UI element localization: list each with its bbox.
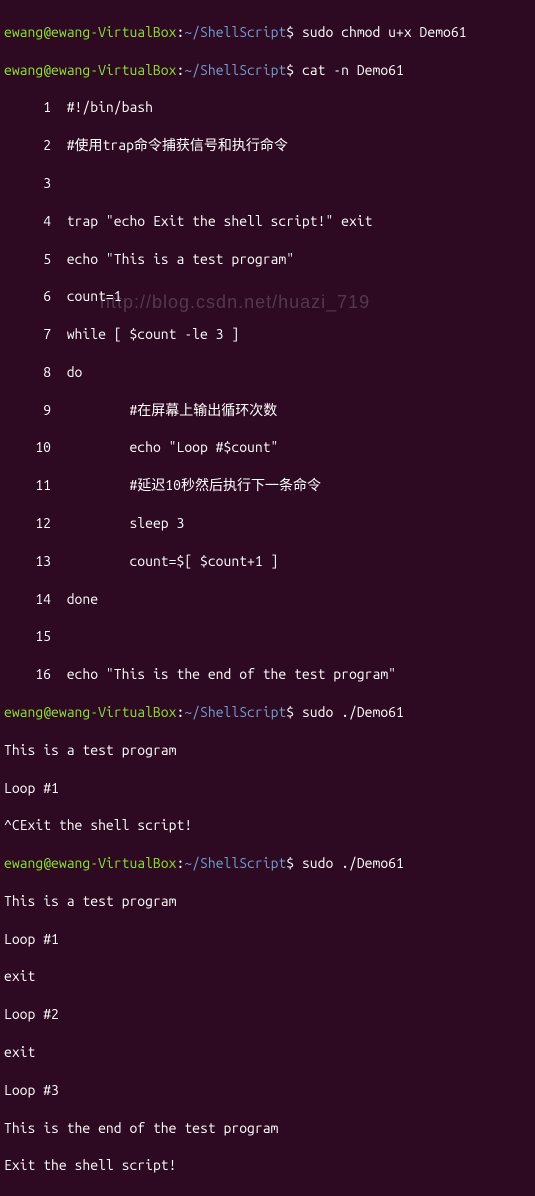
code-text: while [ $count -le 3 ] xyxy=(67,326,239,342)
line-number: 16 xyxy=(4,665,51,684)
line-number: 13 xyxy=(4,552,51,571)
script-line: 3 xyxy=(4,174,531,193)
prompt-path: ~/ShellScript xyxy=(184,704,286,720)
script-line: 16 echo "This is the end of the test pro… xyxy=(4,665,531,684)
line-number: 10 xyxy=(4,438,51,457)
code-text: do xyxy=(67,364,83,380)
code-text: sleep 3 xyxy=(67,515,185,531)
script-line: 15 xyxy=(4,627,531,646)
code-text: #!/bin/bash xyxy=(67,99,153,115)
prompt-userhost: ewang@ewang-VirtualBox xyxy=(4,855,176,871)
prompt-sep: $ xyxy=(286,62,294,78)
prompt-path: ~/ShellScript xyxy=(184,1195,286,1196)
code-text: count=$[ $count+1 ] xyxy=(67,553,279,569)
line-number: 14 xyxy=(4,590,51,609)
script-line: 8 do xyxy=(4,363,531,382)
output-line: This is a test program xyxy=(4,892,531,911)
code-text: #在屏幕上输出循环次数 xyxy=(67,402,278,418)
output-line: This is the end of the test program xyxy=(4,1119,531,1138)
script-line: 5 echo "This is a test program" xyxy=(4,250,531,269)
output-line: exit xyxy=(4,1043,531,1062)
command-line: ewang@ewang-VirtualBox:~/ShellScript$ ca… xyxy=(4,61,531,80)
prompt-userhost: ewang@ewang-VirtualBox xyxy=(4,1195,176,1196)
command-line: ewang@ewang-VirtualBox:~/ShellScript$ su… xyxy=(4,703,531,722)
script-line: 4 trap "echo Exit the shell script!" exi… xyxy=(4,212,531,231)
prompt-sep: $ xyxy=(286,24,294,40)
prompt-userhost: ewang@ewang-VirtualBox xyxy=(4,24,176,40)
line-number: 1 xyxy=(4,98,51,117)
prompt-colon: : xyxy=(176,1195,184,1196)
command-line: ewang@ewang-VirtualBox:~/ShellScript$ ex… xyxy=(4,1194,531,1196)
code-text: #使用trap命令捕获信号和执行命令 xyxy=(67,137,288,153)
line-number: 4 xyxy=(4,212,51,231)
line-number: 15 xyxy=(4,627,51,646)
script-line: 10 echo "Loop #$count" xyxy=(4,438,531,457)
prompt-sep: $ xyxy=(286,1195,294,1196)
line-number: 6 xyxy=(4,287,51,306)
code-text: #延迟10秒然后执行下一条命令 xyxy=(67,477,321,493)
script-line: 7 while [ $count -le 3 ] xyxy=(4,325,531,344)
code-text: done xyxy=(67,591,98,607)
code-text: echo "This is a test program" xyxy=(67,251,294,267)
script-line: 9 #在屏幕上输出循环次数 xyxy=(4,401,531,420)
script-line: 6 count=1 xyxy=(4,287,531,306)
prompt-path: ~/ShellScript xyxy=(184,855,286,871)
script-line: 11 #延迟10秒然后执行下一条命令 xyxy=(4,476,531,495)
command-line: ewang@ewang-VirtualBox:~/ShellScript$ su… xyxy=(4,854,531,873)
prompt-colon: : xyxy=(176,704,184,720)
command-text: cat -n Demo61 xyxy=(302,62,404,78)
output-line: Exit the shell script! xyxy=(4,1156,531,1175)
line-number: 7 xyxy=(4,325,51,344)
output-line: This is a test program xyxy=(4,741,531,760)
terminal-output[interactable]: ewang@ewang-VirtualBox:~/ShellScript$ su… xyxy=(4,4,531,1196)
line-number: 3 xyxy=(4,174,51,193)
command-text: sudo ./Demo61 xyxy=(302,855,404,871)
line-number: 8 xyxy=(4,363,51,382)
line-number: 12 xyxy=(4,514,51,533)
prompt-path: ~/ShellScript xyxy=(184,62,286,78)
script-line: 1 #!/bin/bash xyxy=(4,98,531,117)
prompt-userhost: ewang@ewang-VirtualBox xyxy=(4,62,176,78)
prompt-sep: $ xyxy=(286,855,294,871)
line-number: 9 xyxy=(4,401,51,420)
script-line: 2 #使用trap命令捕获信号和执行命令 xyxy=(4,136,531,155)
code-text: trap "echo Exit the shell script!" exit xyxy=(67,213,373,229)
code-text: echo "Loop #$count" xyxy=(67,439,279,455)
output-line: Loop #1 xyxy=(4,930,531,949)
code-text: count=1 xyxy=(67,288,122,304)
prompt-userhost: ewang@ewang-VirtualBox xyxy=(4,704,176,720)
line-number: 5 xyxy=(4,250,51,269)
output-line: Loop #3 xyxy=(4,1081,531,1100)
output-line: ^CExit the shell script! xyxy=(4,816,531,835)
script-line: 14 done xyxy=(4,590,531,609)
prompt-path: ~/ShellScript xyxy=(184,24,286,40)
line-number: 11 xyxy=(4,476,51,495)
command-text: exit xyxy=(302,1195,333,1196)
command-line: ewang@ewang-VirtualBox:~/ShellScript$ su… xyxy=(4,23,531,42)
line-number: 2 xyxy=(4,136,51,155)
command-text: sudo ./Demo61 xyxy=(302,704,404,720)
script-line: 13 count=$[ $count+1 ] xyxy=(4,552,531,571)
code-text: echo "This is the end of the test progra… xyxy=(67,666,396,682)
prompt-colon: : xyxy=(176,855,184,871)
output-line: Loop #2 xyxy=(4,1005,531,1024)
script-line: 12 sleep 3 xyxy=(4,514,531,533)
command-text: sudo chmod u+x Demo61 xyxy=(302,24,467,40)
output-line: exit xyxy=(4,967,531,986)
prompt-sep: $ xyxy=(286,704,294,720)
output-line: Loop #1 xyxy=(4,779,531,798)
